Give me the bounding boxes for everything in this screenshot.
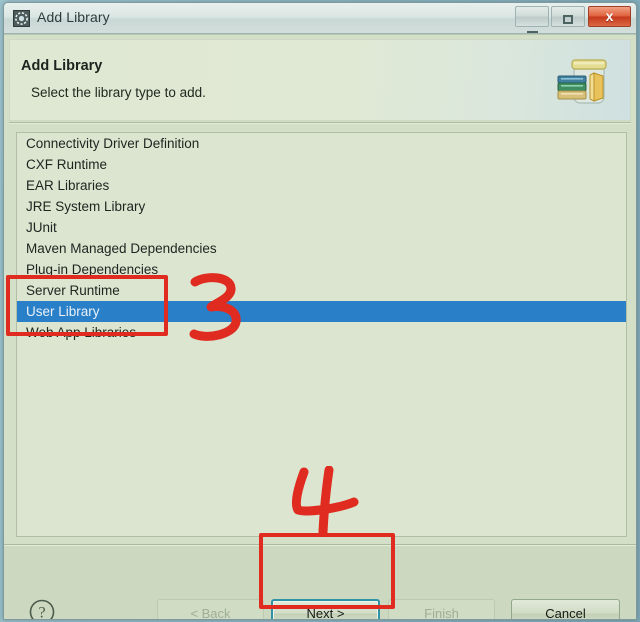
list-item[interactable]: JRE System Library (17, 196, 626, 217)
button-bar: ? < Back Next > Finish Cancel (4, 546, 636, 621)
close-icon: x (605, 8, 614, 24)
banner-title: Add Library (21, 58, 103, 74)
list-item[interactable]: JUnit (17, 217, 626, 238)
list-item[interactable]: Server Runtime (17, 280, 626, 301)
list-item-selected[interactable]: User Library (17, 301, 626, 322)
wizard-banner: Add Library Select the library type to a… (9, 39, 631, 121)
jar-library-icon (554, 49, 620, 113)
help-question-icon[interactable]: ? (28, 598, 56, 621)
list-item[interactable]: Plug-in Dependencies (17, 259, 626, 280)
minimize-icon (516, 20, 548, 22)
finish-button[interactable]: Finish (388, 599, 495, 619)
list-item[interactable]: CXF Runtime (17, 154, 626, 175)
window-title: Add Library (37, 9, 110, 25)
list-item[interactable]: EAR Libraries (17, 175, 626, 196)
svg-text:?: ? (38, 605, 45, 621)
maximize-icon (552, 11, 584, 29)
banner-description: Select the library type to add. (31, 85, 206, 100)
banner-separator-highlight (9, 123, 631, 124)
close-button[interactable]: x (588, 6, 631, 27)
cancel-button[interactable]: Cancel (511, 599, 620, 619)
eclipse-wizard-icon (13, 10, 30, 27)
add-library-dialog-window: Add Library x Add Library Select the lib… (3, 2, 637, 620)
title-bar[interactable]: Add Library x (4, 3, 636, 34)
library-type-list[interactable]: Connectivity Driver Definition CXF Runti… (16, 132, 627, 537)
list-item[interactable]: Maven Managed Dependencies (17, 238, 626, 259)
maximize-button[interactable] (551, 6, 585, 27)
dialog-body: Add Library Select the library type to a… (4, 34, 636, 621)
list-item[interactable]: Connectivity Driver Definition (17, 133, 626, 154)
minimize-button[interactable] (515, 6, 549, 27)
next-button[interactable]: Next > (271, 599, 380, 619)
back-button[interactable]: < Back (157, 599, 264, 619)
list-item[interactable]: Web App Libraries (17, 322, 626, 343)
